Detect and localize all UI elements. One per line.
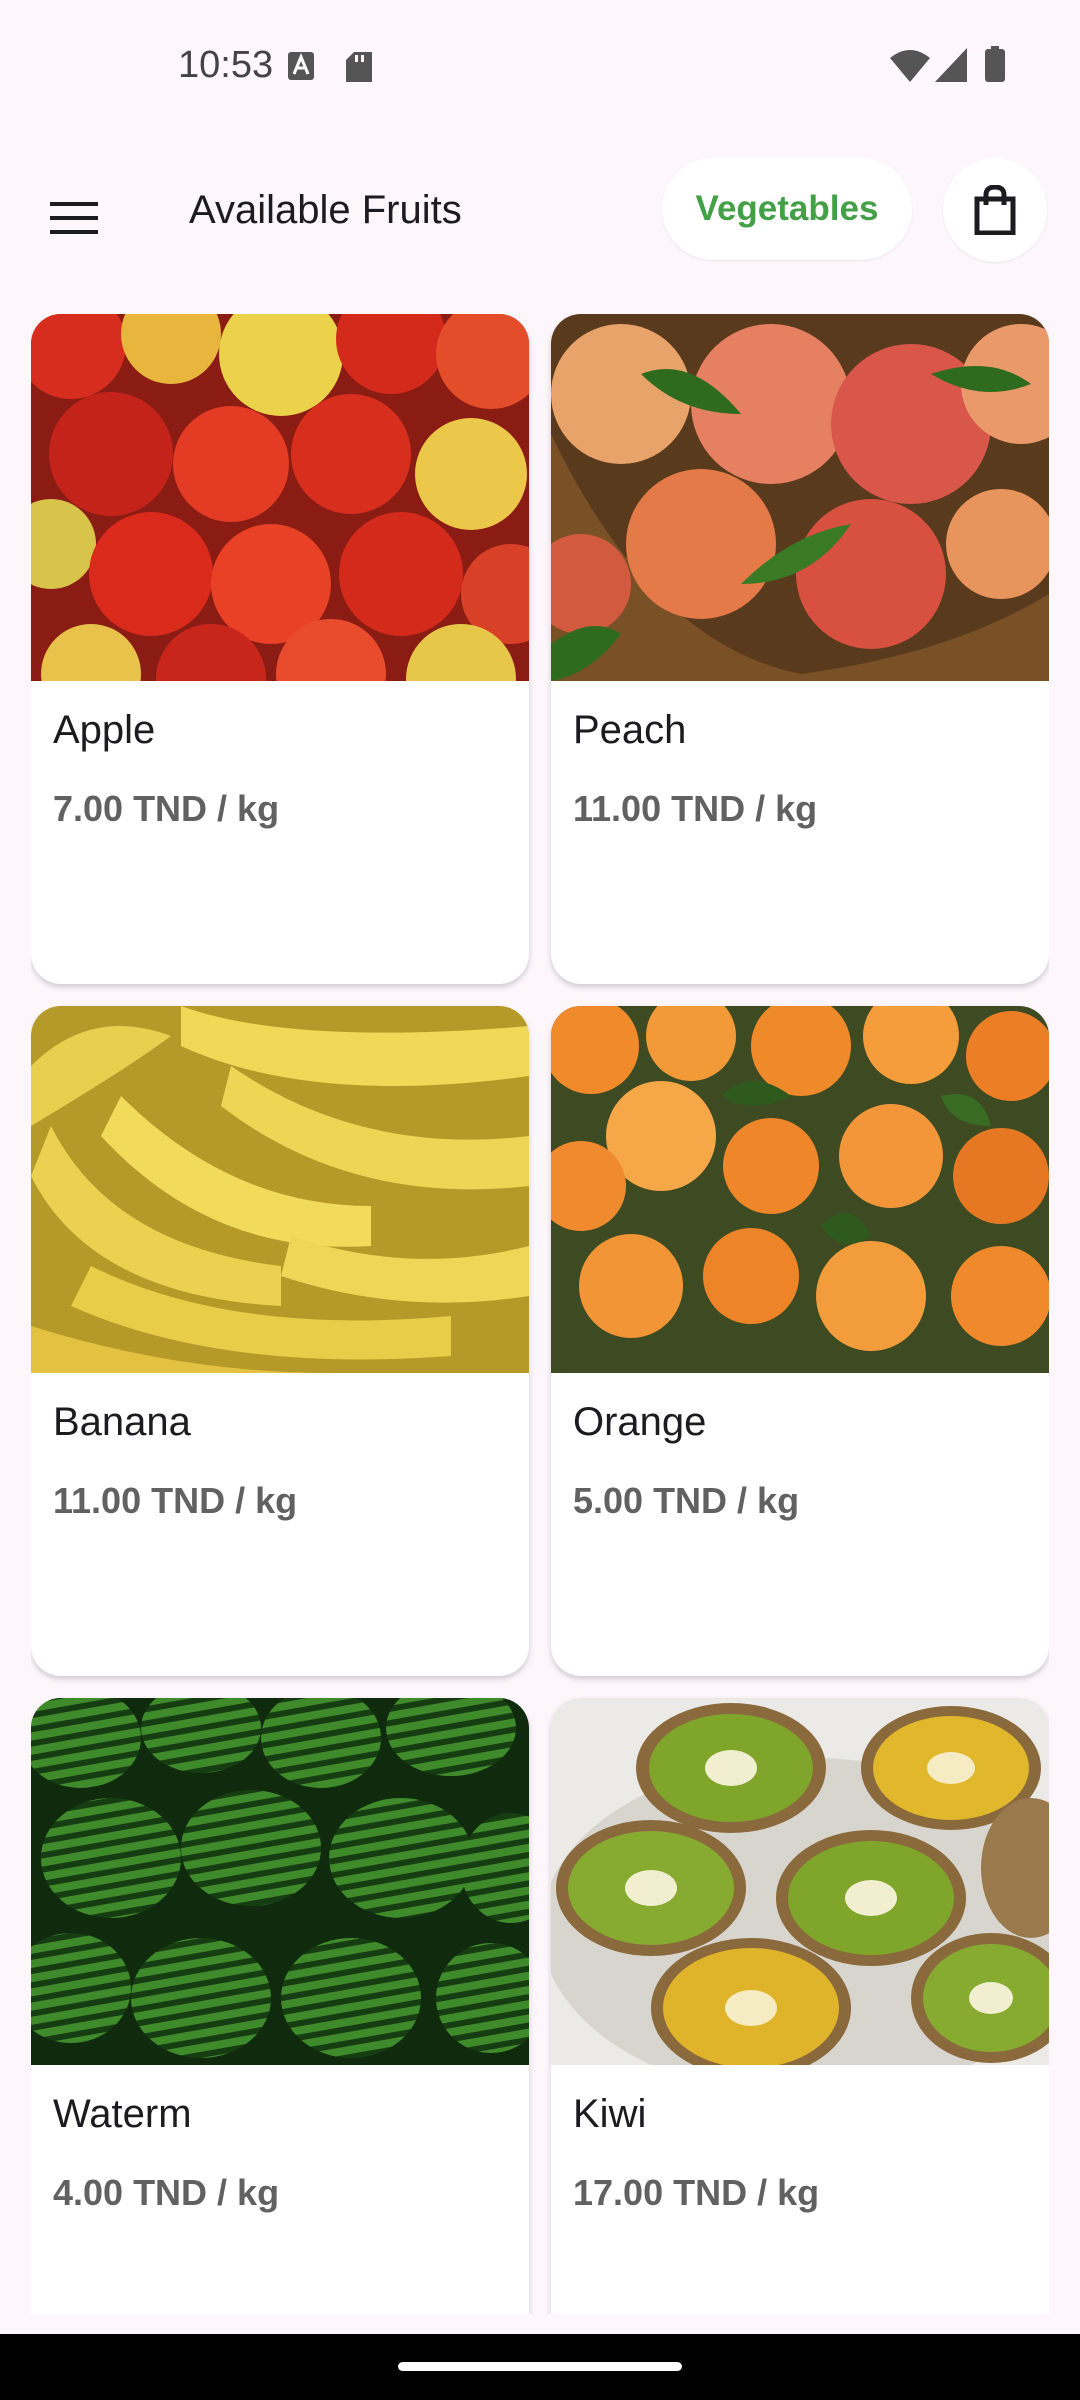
product-card[interactable]: Banana 11.00 TND / kg	[31, 1006, 529, 1676]
banana-image	[31, 1006, 529, 1373]
product-card[interactable]: Peach 11.00 TND / kg	[551, 314, 1049, 984]
app-bar: Available Fruits Vegetables	[0, 134, 1080, 284]
product-price: 11.00 TND / kg	[573, 788, 818, 829]
kiwi-image	[551, 1698, 1049, 2065]
product-price: 4.00 TND / kg	[53, 2172, 280, 2213]
menu-button[interactable]	[30, 174, 118, 262]
system-navigation-bar	[0, 2334, 1080, 2400]
product-name: Waterm	[53, 2092, 192, 2136]
vegetables-button[interactable]: Vegetables	[662, 158, 912, 260]
apple-image	[31, 314, 529, 681]
product-card[interactable]: Kiwi 17.00 TND / kg	[551, 1698, 1049, 2314]
status-bar: 10:53	[0, 0, 1080, 134]
shopping-bag-icon	[974, 185, 1016, 235]
peach-image	[551, 314, 1049, 681]
sd-card-icon	[346, 52, 372, 82]
product-price: 11.00 TND / kg	[53, 1480, 298, 1521]
product-grid: Apple 7.00 TND / kg Peach 11.00 TND / kg	[31, 314, 1049, 2314]
wifi-icon	[890, 50, 930, 82]
status-time: 10:53	[178, 44, 274, 86]
product-card[interactable]: Orange 5.00 TND / kg	[551, 1006, 1049, 1676]
product-name: Peach	[573, 708, 687, 752]
signal-icon	[935, 48, 967, 82]
product-card[interactable]: Apple 7.00 TND / kg	[31, 314, 529, 984]
hamburger-menu-icon	[50, 202, 98, 234]
battery-icon	[985, 46, 1005, 82]
product-price: 5.00 TND / kg	[573, 1480, 800, 1521]
cart-button[interactable]	[943, 158, 1047, 262]
a-badge-icon	[288, 52, 314, 80]
home-gesture-handle[interactable]	[398, 2362, 682, 2371]
product-card[interactable]: Waterm 4.00 TND / kg	[31, 1698, 529, 2314]
watermelon-image	[31, 1698, 529, 2065]
product-price: 17.00 TND / kg	[573, 2172, 820, 2213]
product-price: 7.00 TND / kg	[53, 788, 280, 829]
orange-image	[551, 1006, 1049, 1373]
page-title: Available Fruits	[189, 188, 462, 232]
product-name: Orange	[573, 1400, 707, 1444]
product-name: Kiwi	[573, 2092, 647, 2136]
product-name: Banana	[53, 1400, 191, 1444]
product-name: Apple	[53, 708, 156, 752]
